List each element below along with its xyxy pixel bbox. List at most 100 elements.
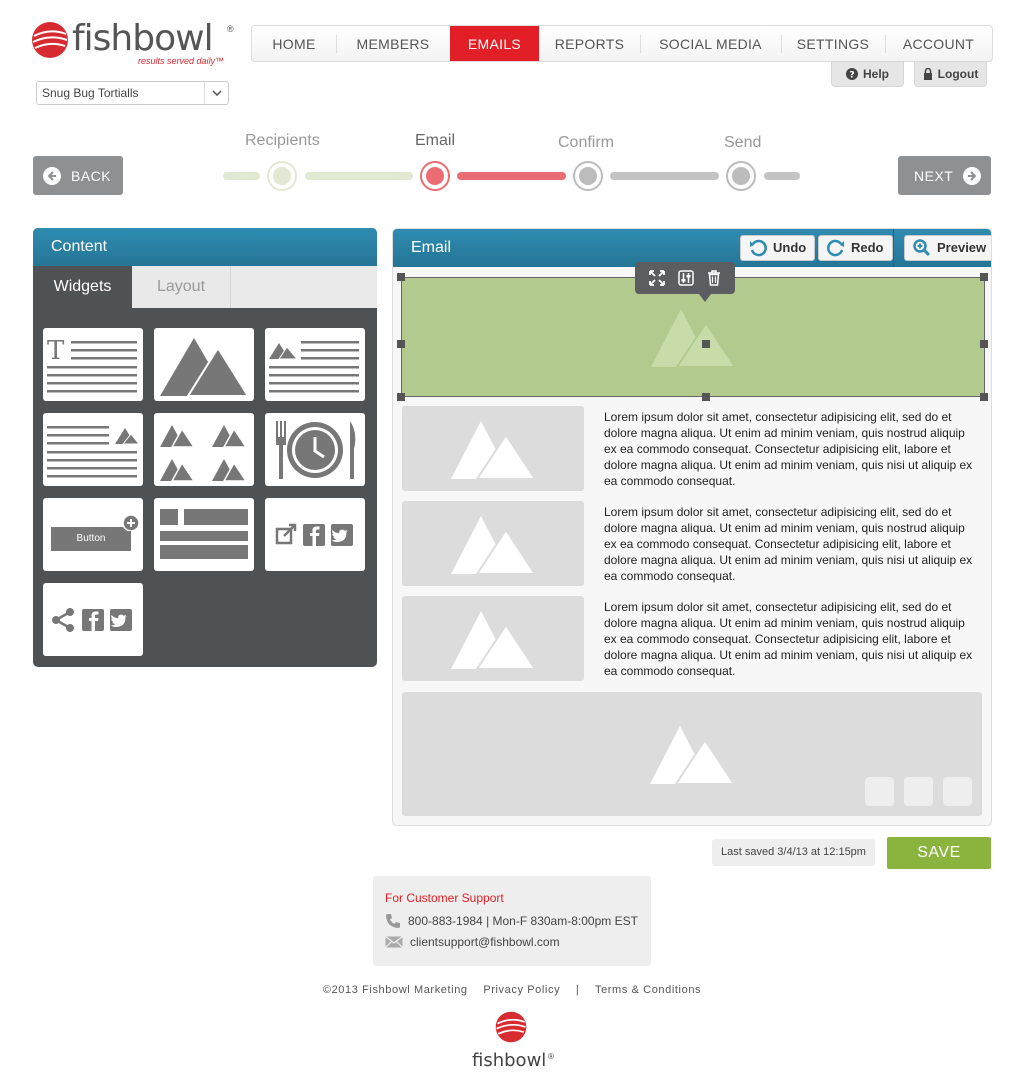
undo-button[interactable]: Undo [740, 235, 816, 261]
fishbowl-logo[interactable]: fishbowl ® results served daily™ [30, 18, 235, 68]
support-email-line: clientsupport@fishbowl.com [385, 935, 639, 949]
widget-text-image[interactable] [43, 413, 143, 486]
logout-button[interactable]: Logout [914, 61, 987, 87]
help-icon: ? [845, 68, 858, 81]
footer-image-block[interactable] [402, 692, 982, 816]
redo-label: Redo [851, 240, 884, 255]
button-widget-label: Button [51, 526, 131, 551]
row-text[interactable]: Lorem ipsum dolor sit amet, consectetur … [604, 599, 974, 679]
text-block-icon: T [47, 337, 137, 392]
resize-handle[interactable] [397, 393, 405, 401]
preview-button[interactable]: Preview [904, 235, 991, 261]
social-slot[interactable] [943, 777, 972, 806]
resize-handle[interactable] [397, 273, 405, 281]
gallery-icon [160, 424, 248, 481]
tab-widgets[interactable]: Widgets [33, 266, 132, 308]
step-recipients-dot[interactable] [267, 161, 297, 191]
widget-button[interactable]: Button [43, 498, 143, 571]
redo-button[interactable]: Redo [818, 235, 893, 261]
row-image[interactable] [402, 406, 584, 491]
help-button[interactable]: ? Help [831, 61, 904, 87]
nav-settings[interactable]: SETTINGS [781, 26, 885, 61]
logo-tagline: results served daily™ [138, 56, 225, 66]
share-social-icon [52, 607, 132, 632]
lock-icon [923, 68, 932, 80]
svg-text:T: T [47, 337, 65, 366]
header-divider [893, 229, 894, 267]
row-image[interactable] [402, 596, 584, 681]
adjust-icon[interactable] [678, 270, 694, 286]
trash-icon[interactable] [707, 270, 721, 286]
resize-handle[interactable] [980, 393, 988, 401]
undo-icon [750, 239, 767, 257]
nav-home[interactable]: HOME [252, 26, 336, 61]
step-email-label: Email [415, 132, 456, 149]
content-panel-title: Content [33, 228, 377, 266]
logo-registered: ® [227, 24, 234, 34]
resize-handle[interactable] [980, 340, 988, 348]
image-placeholder-icon [451, 420, 535, 479]
button-preview: Button [51, 514, 139, 553]
widget-hours[interactable] [265, 413, 365, 486]
content-tabs: Widgets Layout [33, 266, 377, 308]
hero-image-block[interactable] [401, 277, 985, 397]
footer-links: ©2013 Fishbowl Marketing Privacy Policy … [0, 984, 1024, 996]
resize-handle[interactable] [702, 393, 710, 401]
footer-registered: ® [548, 1052, 554, 1061]
text-image-icon [47, 425, 139, 477]
save-button[interactable]: SAVE [887, 837, 991, 869]
nav-account[interactable]: ACCOUNT [885, 26, 992, 61]
step-bar [223, 172, 260, 180]
step-send-dot[interactable] [726, 161, 756, 191]
resize-handle[interactable] [702, 340, 710, 348]
back-button[interactable]: BACK [33, 156, 123, 195]
social-slot[interactable] [904, 777, 933, 806]
footer-wordmark: fishbowl [472, 1050, 547, 1071]
step-email-dot[interactable] [420, 161, 450, 191]
restaurant-select[interactable]: Snug Bug Tortialls [36, 81, 229, 105]
image-placeholder-icon [651, 309, 735, 367]
chevron-down-icon[interactable] [204, 82, 228, 104]
step-bar [457, 172, 566, 180]
social-slot[interactable] [865, 777, 894, 806]
support-email[interactable]: clientsupport@fishbowl.com [410, 935, 560, 949]
step-bar [305, 172, 413, 180]
resize-handle[interactable] [397, 340, 405, 348]
arrow-left-icon [43, 166, 61, 185]
widget-layout-block[interactable] [154, 498, 254, 571]
customer-support-box: For Customer Support 800-883-1984 | Mon-… [373, 876, 651, 966]
expand-icon[interactable] [649, 270, 666, 286]
logo-wordmark: fishbowl [72, 18, 214, 59]
nav-reports[interactable]: REPORTS [539, 26, 640, 61]
step-bar [764, 172, 800, 180]
logout-label: Logout [937, 67, 979, 81]
support-phone: 800-883-1984 | Mon-F 830am-8:00pm EST [408, 914, 638, 928]
footer-logo[interactable]: fishbowl ® [470, 1008, 560, 1072]
row-text[interactable]: Lorem ipsum dolor sit amet, consectetur … [604, 504, 974, 584]
widget-text-block[interactable]: T [43, 328, 143, 401]
image-placeholder-icon [451, 515, 535, 574]
widget-social-share[interactable] [265, 498, 365, 571]
row-text[interactable]: Lorem ipsum dolor sit amet, consectetur … [604, 409, 974, 489]
copyright-text: ©2013 Fishbowl Marketing [322, 984, 468, 996]
widget-gallery[interactable] [154, 413, 254, 486]
widget-image[interactable] [154, 328, 254, 401]
widget-social-follow[interactable] [43, 583, 143, 656]
svg-text:?: ? [849, 71, 854, 81]
nav-members[interactable]: MEMBERS [336, 26, 450, 61]
content-panel: Content Widgets Layout T Button [33, 228, 377, 667]
arrow-right-icon [963, 166, 982, 185]
row-image[interactable] [402, 501, 584, 586]
preview-label: Preview [937, 240, 987, 255]
terms-link[interactable]: Terms & Conditions [595, 984, 701, 996]
resize-handle[interactable] [980, 273, 988, 281]
add-icon [123, 514, 139, 531]
next-button[interactable]: NEXT [898, 156, 991, 195]
widget-image-text[interactable] [265, 328, 365, 401]
step-confirm-dot[interactable] [573, 161, 603, 191]
tab-layout[interactable]: Layout [132, 266, 231, 308]
phone-icon [386, 914, 400, 928]
nav-emails[interactable]: EMAILS [450, 26, 539, 61]
nav-social-media[interactable]: SOCIAL MEDIA [640, 26, 781, 61]
privacy-policy-link[interactable]: Privacy Policy [483, 984, 560, 996]
